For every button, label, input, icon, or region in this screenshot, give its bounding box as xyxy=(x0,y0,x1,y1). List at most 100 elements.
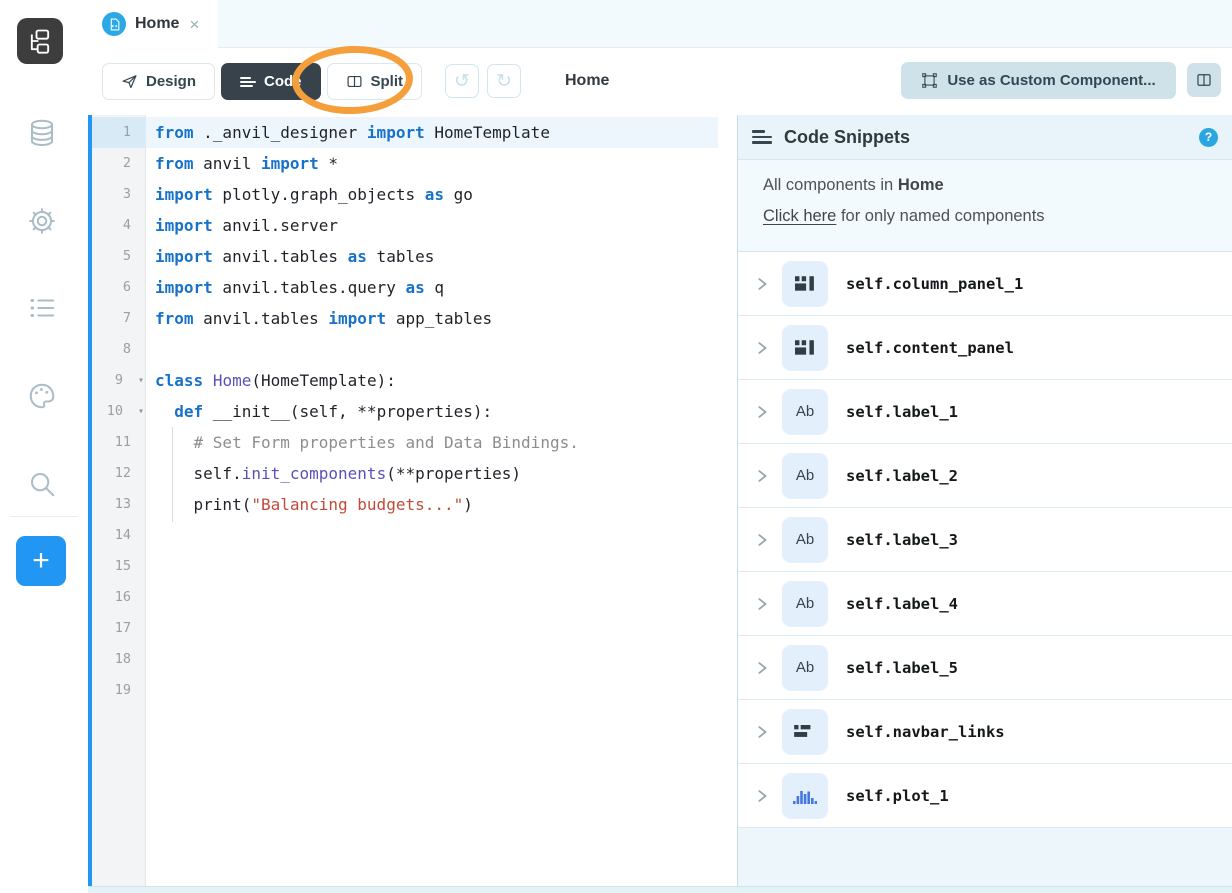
design-button-label: Design xyxy=(146,73,196,90)
paper-plane-icon xyxy=(121,73,138,90)
code-line[interactable]: 19 xyxy=(92,675,737,706)
design-button[interactable]: Design xyxy=(102,63,215,100)
code-text[interactable]: import plotly.graph_objects as go xyxy=(146,179,737,210)
code-line[interactable]: 18 xyxy=(92,644,737,675)
chevron-right-icon[interactable] xyxy=(754,596,770,612)
app-browser-icon[interactable] xyxy=(17,18,63,64)
code-line[interactable]: 15 xyxy=(92,551,737,582)
code-line[interactable]: 2from anvil import * xyxy=(92,148,737,179)
redo-button[interactable]: ↻ xyxy=(487,64,521,98)
code-text[interactable]: import anvil.tables.query as q xyxy=(146,272,737,303)
component-name: self.content_panel xyxy=(846,339,1014,357)
code-text[interactable] xyxy=(146,675,737,706)
chevron-right-icon[interactable] xyxy=(754,468,770,484)
code-text[interactable]: def __init__(self, **properties): xyxy=(146,396,737,427)
code-line[interactable]: 10▾ def __init__(self, **properties): xyxy=(92,396,737,427)
chevron-right-icon[interactable] xyxy=(754,276,770,292)
data-tables-icon[interactable] xyxy=(26,117,58,149)
snippets-menu-icon[interactable] xyxy=(752,127,774,147)
theme-palette-icon[interactable] xyxy=(26,380,58,412)
code-line[interactable]: 16 xyxy=(92,582,737,613)
use-as-custom-component-label: Use as Custom Component... xyxy=(947,72,1155,89)
code-snippets-panel: Code Snippets ? All components in Home C… xyxy=(737,115,1232,886)
chevron-right-icon[interactable] xyxy=(754,340,770,356)
chevron-right-icon[interactable] xyxy=(754,660,770,676)
code-line[interactable]: 14 xyxy=(92,520,737,551)
component-row[interactable]: self.column_panel_1 xyxy=(738,252,1232,316)
view-mode-group: Design Code Split xyxy=(102,63,422,100)
code-text[interactable] xyxy=(146,644,737,675)
code-line[interactable]: 13 print("Balancing budgets...") xyxy=(92,489,737,520)
component-row[interactable]: Abself.label_1 xyxy=(738,380,1232,444)
chevron-right-icon[interactable] xyxy=(754,532,770,548)
code-text[interactable]: class Home(HomeTemplate): xyxy=(146,365,737,396)
tab-close-icon[interactable]: × xyxy=(189,16,199,33)
code-text[interactable]: import anvil.server xyxy=(146,210,737,241)
app-logs-icon[interactable] xyxy=(26,292,58,324)
code-line[interactable]: 6import anvil.tables.query as q xyxy=(92,272,737,303)
code-line[interactable]: 3import plotly.graph_objects as go xyxy=(92,179,737,210)
chevron-right-icon[interactable] xyxy=(754,724,770,740)
component-name: self.label_1 xyxy=(846,403,958,421)
use-as-custom-component-button[interactable]: Use as Custom Component... xyxy=(901,62,1176,99)
code-text[interactable]: # Set Form properties and Data Bindings. xyxy=(146,427,737,458)
fold-arrow-icon[interactable]: ▾ xyxy=(138,396,144,427)
code-text[interactable] xyxy=(146,582,737,613)
code-text[interactable]: import anvil.tables as tables xyxy=(146,241,737,272)
search-icon[interactable] xyxy=(26,468,58,500)
tab-home[interactable]: Home × xyxy=(88,0,218,48)
code-line[interactable]: 12 self.init_components(**properties) xyxy=(92,458,737,489)
code-line[interactable]: 8 xyxy=(92,334,737,365)
component-row[interactable]: Abself.label_5 xyxy=(738,636,1232,700)
code-line[interactable]: 17 xyxy=(92,613,737,644)
code-text[interactable]: self.init_components(**properties) xyxy=(146,458,737,489)
component-row[interactable]: Abself.label_3 xyxy=(738,508,1232,572)
component-row[interactable]: self.navbar_links xyxy=(738,700,1232,764)
line-number: 15 xyxy=(92,551,146,582)
help-icon[interactable]: ? xyxy=(1199,128,1218,147)
link-suffix: for only named components xyxy=(836,207,1044,225)
code-text[interactable] xyxy=(146,520,737,551)
undo-button[interactable]: ↺ xyxy=(445,64,479,98)
scope-prefix: All components in xyxy=(763,176,898,194)
code-line[interactable]: 1from ._anvil_designer import HomeTempla… xyxy=(92,117,737,148)
code-text[interactable]: from ._anvil_designer import HomeTemplat… xyxy=(146,117,718,148)
code-line[interactable]: 5import anvil.tables as tables xyxy=(92,241,737,272)
code-button[interactable]: Code xyxy=(221,63,321,100)
code-line[interactable]: 4import anvil.server xyxy=(92,210,737,241)
code-text[interactable] xyxy=(146,613,737,644)
component-row[interactable]: self.plot_1 xyxy=(738,764,1232,828)
code-text[interactable]: print("Balancing budgets...") xyxy=(146,489,737,520)
tab-bar: Home × xyxy=(88,0,1232,48)
column-panel-icon xyxy=(782,261,828,307)
code-line[interactable]: 7from anvil.tables import app_tables xyxy=(92,303,737,334)
fold-arrow-icon[interactable]: ▾ xyxy=(138,365,144,396)
code-line[interactable]: 9▾class Home(HomeTemplate): xyxy=(92,365,737,396)
code-text[interactable] xyxy=(146,334,737,365)
click-here-link[interactable]: Click here xyxy=(763,207,836,225)
code-lines-icon xyxy=(240,75,256,89)
code-text[interactable]: from anvil.tables import app_tables xyxy=(146,303,737,334)
code-lines: 1from ._anvil_designer import HomeTempla… xyxy=(92,117,737,706)
add-component-button[interactable]: + xyxy=(16,536,66,586)
code-line[interactable]: 11 # Set Form properties and Data Bindin… xyxy=(92,427,737,458)
split-button[interactable]: Split xyxy=(327,63,423,100)
toggle-panel-button[interactable] xyxy=(1187,63,1221,97)
chevron-right-icon[interactable] xyxy=(754,788,770,804)
line-number: 3 xyxy=(92,179,146,210)
code-text[interactable]: from anvil import * xyxy=(146,148,737,179)
component-row[interactable]: Abself.label_2 xyxy=(738,444,1232,508)
component-row[interactable]: self.content_panel xyxy=(738,316,1232,380)
component-name: self.label_4 xyxy=(846,595,958,613)
line-number: 12 xyxy=(92,458,146,489)
label-icon: Ab xyxy=(782,517,828,563)
split-button-label: Split xyxy=(371,73,404,90)
code-text[interactable] xyxy=(146,551,737,582)
component-row[interactable]: Abself.label_4 xyxy=(738,572,1232,636)
split-view-icon xyxy=(346,73,363,90)
snippets-scope-info: All components in Home Click here for on… xyxy=(738,160,1232,252)
settings-gear-icon[interactable] xyxy=(26,205,58,237)
code-editor[interactable]: 1from ._anvil_designer import HomeTempla… xyxy=(88,115,737,886)
chevron-right-icon[interactable] xyxy=(754,404,770,420)
component-name: self.label_2 xyxy=(846,467,958,485)
